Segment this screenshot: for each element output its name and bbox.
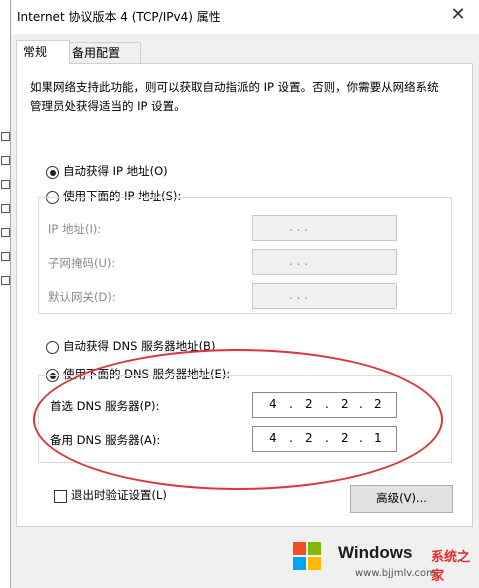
alternate-dns-octet-4: 1 (374, 431, 382, 445)
default-gateway-field[interactable]: . . . (252, 283, 397, 309)
radio-auto-dns-label: 自动获得 DNS 服务器地址(B) (63, 339, 216, 353)
validate-checkbox[interactable] (54, 490, 67, 503)
octet-separator: . (359, 431, 363, 445)
background-checkbox (1, 252, 10, 261)
close-button[interactable]: ✕ (436, 0, 479, 32)
alternate-dns-octet-3: 2 (341, 431, 349, 445)
preferred-dns-octet-2: 2 (305, 397, 313, 411)
close-icon: ✕ (450, 4, 466, 25)
default-gateway-label: 默认网关(D): (48, 290, 116, 304)
default-gateway-dots: . . . (289, 288, 309, 302)
background-checkbox (1, 132, 10, 141)
watermark-url: www.bjjmlv.com (355, 568, 436, 579)
description-text: 如果网络支持此功能，则可以获取自动指派的 IP 设置。否则，你需要从网络系统管理… (30, 80, 439, 113)
octet-separator: . (325, 397, 329, 411)
alternate-dns-label: 备用 DNS 服务器(A): (50, 433, 161, 447)
radio-auto-ip-label: 自动获得 IP 地址(O) (63, 164, 168, 178)
watermark-suffix: 系统之家 (431, 550, 471, 584)
subnet-mask-field[interactable]: . . . (252, 249, 397, 275)
preferred-dns-octet-3: 2 (341, 397, 349, 411)
background-checkbox (1, 228, 10, 237)
watermark-brand: Windows (338, 543, 413, 562)
tab-alternate-config[interactable]: 备用配置 (65, 42, 141, 64)
tab-general[interactable]: 常规 (16, 40, 70, 65)
alternate-dns-field[interactable]: 4 . 2 . 2 . 1 (252, 426, 397, 452)
ipv4-properties-dialog: Internet 协议版本 4 (TCP/IPv4) 属性 ✕ 常规 备用配置 … (10, 0, 479, 588)
ip-address-field[interactable]: . . . (252, 215, 397, 241)
general-panel: 如果网络支持此功能，则可以获取自动指派的 IP 设置。否则，你需要从网络系统管理… (16, 63, 473, 527)
octet-separator: . (289, 397, 293, 411)
ip-address-dots: . . . (289, 220, 309, 234)
background-checkbox (1, 156, 10, 165)
background-checkbox (1, 204, 10, 213)
radio-auto-dns[interactable] (46, 341, 59, 354)
validate-label: 退出时验证设置(L) (71, 488, 167, 502)
advanced-button[interactable]: 高级(V)... (350, 485, 453, 513)
preferred-dns-octet-1: 4 (269, 397, 277, 411)
ip-address-label: IP 地址(I): (48, 222, 102, 236)
alternate-dns-octet-1: 4 (269, 431, 277, 445)
windows-logo-icon (293, 542, 321, 570)
preferred-dns-label: 首选 DNS 服务器(P): (50, 399, 160, 413)
octet-separator: . (289, 431, 293, 445)
preferred-dns-field[interactable]: 4 . 2 . 2 . 2 (252, 392, 397, 418)
octet-separator: . (359, 397, 363, 411)
watermark: Windows 系统之家 www.bjjmlv.com (285, 536, 479, 588)
background-checkbox (1, 276, 10, 285)
radio-auto-ip[interactable] (46, 166, 59, 179)
window-title: Internet 协议版本 4 (TCP/IPv4) 属性 (17, 10, 221, 24)
subnet-mask-label: 子网掩码(U): (48, 256, 116, 270)
alternate-dns-octet-2: 2 (305, 431, 313, 445)
title-bar: Internet 协议版本 4 (TCP/IPv4) 属性 ✕ (11, 0, 479, 34)
preferred-dns-octet-4: 2 (374, 397, 382, 411)
subnet-mask-dots: . . . (289, 254, 309, 268)
background-checkbox (1, 180, 10, 189)
octet-separator: . (325, 431, 329, 445)
